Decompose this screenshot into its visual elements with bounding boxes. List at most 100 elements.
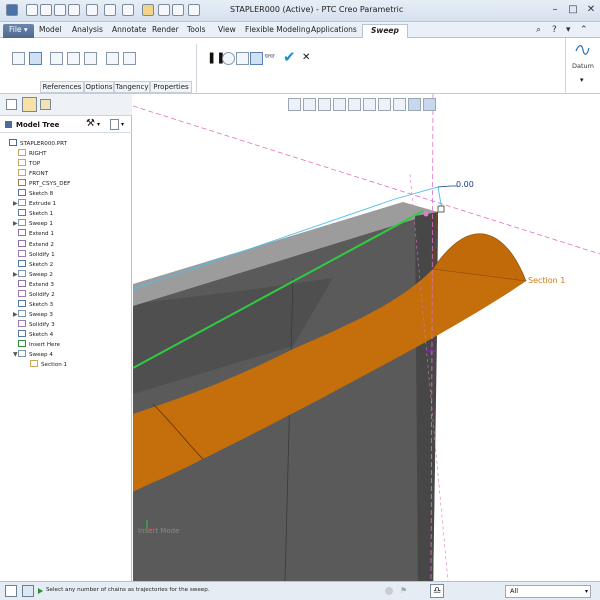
tab-annotate[interactable]: Annotate [108, 24, 150, 38]
repaint-icon[interactable] [333, 98, 346, 111]
tab-tools[interactable]: Tools [183, 24, 209, 38]
help-icon[interactable]: ? [552, 25, 557, 35]
zoom-out-icon[interactable] [318, 98, 331, 111]
subtab-tangency[interactable]: Tangency [114, 81, 150, 93]
annotation-display-icon[interactable] [423, 98, 436, 111]
model-tree-item[interactable]: Sketch 8 [18, 189, 53, 199]
tab-sweep[interactable]: Sweep [362, 24, 408, 38]
undo-icon[interactable] [68, 4, 80, 16]
cancel-x-icon[interactable]: ✕ [302, 51, 315, 64]
expand-toggle-icon[interactable]: ▶ [13, 220, 18, 227]
folder-browser-tab-icon[interactable] [22, 97, 37, 112]
datum-display-icon[interactable] [393, 98, 406, 111]
search-icon[interactable]: ⌕ [536, 25, 541, 35]
show-options-icon[interactable] [110, 119, 119, 130]
detached-preview-icon[interactable] [250, 52, 263, 65]
model-canvas[interactable] [133, 94, 600, 581]
model-tree-item[interactable]: Solidify 1 [18, 249, 55, 260]
model-tree-item[interactable]: RIGHT [18, 149, 47, 159]
model-tree-item[interactable]: PRT_CSYS_DEF [18, 179, 70, 189]
model-tree-item[interactable]: Sweep 2 [18, 269, 53, 280]
constant-section-icon[interactable] [106, 52, 119, 65]
start-point-marker[interactable] [423, 211, 429, 217]
model-tree-item[interactable]: Solidify 2 [18, 289, 55, 300]
maximize-icon[interactable]: □ [566, 3, 580, 17]
subtab-references[interactable]: References [40, 81, 84, 93]
graphics-window[interactable]: 0.00 Section 1 Insert Mode [133, 94, 600, 581]
selection-filter-select[interactable]: All ▾ [505, 585, 591, 598]
no-preview-icon[interactable] [222, 52, 235, 65]
thicken-icon[interactable] [84, 52, 97, 65]
model-tree-item[interactable]: STAPLER000.PRT [9, 139, 67, 149]
model-tree-item[interactable]: FRONT [18, 169, 48, 179]
model-tree-item[interactable]: Sweep 4 [18, 350, 53, 360]
model-tree-item[interactable]: Solidify 3 [18, 319, 55, 330]
remove-material-icon[interactable] [67, 52, 80, 65]
model-tree-item[interactable]: Insert Here [18, 340, 60, 350]
model-tree-item[interactable]: Sketch 2 [18, 259, 53, 270]
redo-icon[interactable] [86, 4, 98, 16]
expand-toggle-icon[interactable]: ▶ [13, 311, 18, 318]
saved-orientations-icon[interactable] [363, 98, 376, 111]
model-tree-item[interactable]: Sweep 3 [18, 309, 53, 320]
attached-preview-icon[interactable] [236, 52, 249, 65]
close-window-icon[interactable] [188, 4, 200, 16]
origin-handle[interactable] [437, 205, 445, 213]
surface-sweep-icon[interactable] [29, 52, 42, 65]
model-tree-item[interactable]: Extrude 1 [18, 199, 56, 209]
favorites-tab-icon[interactable] [40, 99, 51, 110]
display-style-icon[interactable] [348, 98, 361, 111]
model-tree-tab-icon[interactable] [6, 99, 17, 110]
spin-center-icon[interactable] [408, 98, 421, 111]
tab-render[interactable]: Render [148, 24, 183, 38]
toggle-browser-icon[interactable] [22, 585, 34, 597]
selection-binoculars-icon[interactable]: ♎ [430, 584, 444, 598]
show-dropdown-icon[interactable]: ▾ [121, 121, 124, 128]
model-tree-item[interactable]: Extend 2 [18, 239, 54, 250]
model-tree-item[interactable]: Sketch 3 [18, 299, 53, 310]
subtab-options[interactable]: Options [84, 81, 114, 93]
dimension-value[interactable]: 0.00 [456, 180, 474, 189]
tab-analysis[interactable]: Analysis [68, 24, 107, 38]
tab-applications[interactable]: Applications [307, 24, 361, 38]
tab-file[interactable]: File ▾ [3, 24, 34, 38]
datum-icon[interactable] [574, 42, 590, 58]
datum-dropdown-icon[interactable]: ▾ [580, 76, 584, 84]
toggle-navigator-icon[interactable] [5, 585, 17, 597]
help-dropdown-icon[interactable]: ▾ [566, 25, 571, 35]
open-file-icon[interactable] [40, 4, 52, 16]
model-tree-item[interactable]: Sweep 1 [18, 219, 53, 229]
model-tree-item[interactable]: Extend 1 [18, 229, 54, 239]
zoom-in-icon[interactable] [303, 98, 316, 111]
subtab-properties[interactable]: Properties [150, 81, 192, 93]
tab-view[interactable]: View [214, 24, 240, 38]
datum-group-label[interactable]: Datum [572, 62, 594, 70]
tab-model[interactable]: Model [35, 24, 66, 38]
view-manager-icon[interactable] [378, 98, 391, 111]
regenerate-icon[interactable] [104, 4, 116, 16]
new-file-icon[interactable] [26, 4, 38, 16]
settings-tool-icon[interactable]: ⚒ [86, 118, 95, 129]
model-tree-item[interactable]: Sketch 4 [18, 329, 53, 340]
tab-flexible-modeling[interactable]: Flexible Modeling [241, 24, 314, 38]
windows-icon[interactable] [122, 4, 134, 16]
sketch-tool-icon[interactable] [158, 4, 170, 16]
expand-toggle-icon[interactable]: ▼ [13, 351, 18, 358]
pause-icon[interactable]: ❚❚ [207, 52, 225, 65]
edit-section-icon[interactable] [50, 52, 63, 65]
model-tree-item[interactable]: Extend 3 [18, 279, 54, 290]
minimize-icon[interactable]: – [548, 3, 562, 17]
expand-toggle-icon[interactable]: ▶ [13, 200, 18, 207]
refit-icon[interactable] [288, 98, 301, 111]
model-tree-item[interactable]: Section 1 [30, 360, 67, 370]
ribbon-minimize-icon[interactable]: ⌃ [580, 25, 588, 35]
datum-tool-icon[interactable] [172, 4, 184, 16]
model-tree-item[interactable]: TOP [18, 159, 40, 169]
variable-section-icon[interactable] [123, 52, 136, 65]
expand-toggle-icon[interactable]: ▶ [13, 271, 18, 278]
ok-check-icon[interactable]: ✔ [283, 50, 298, 65]
solid-sweep-icon[interactable] [12, 52, 25, 65]
save-icon[interactable] [54, 4, 66, 16]
model-tree-item[interactable]: Sketch 1 [18, 209, 53, 219]
folder-icon[interactable] [142, 4, 154, 16]
